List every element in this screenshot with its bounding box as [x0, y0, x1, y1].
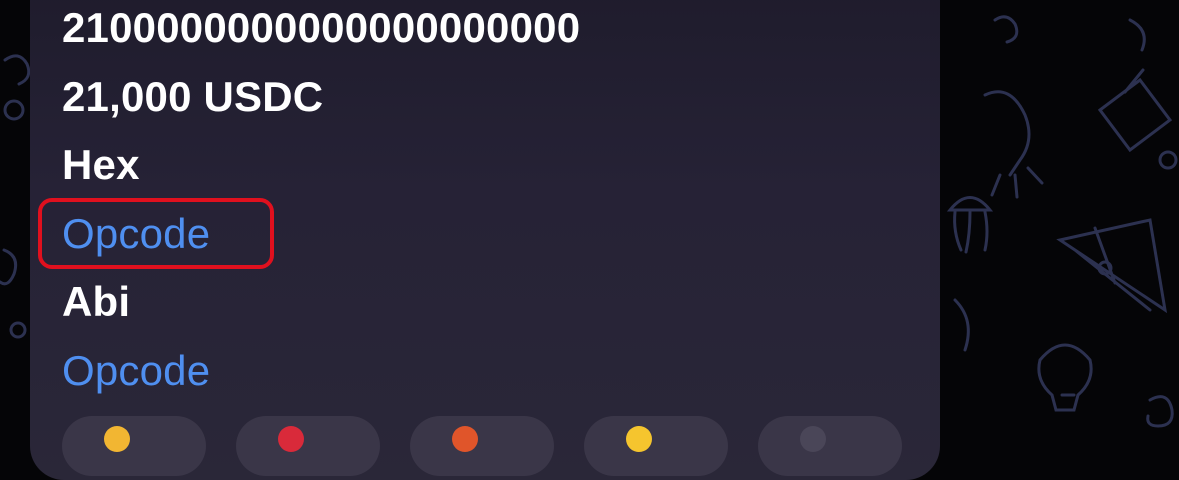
- heart-icon: [278, 426, 304, 452]
- amount-raw-text: 2100000000000000000000: [62, 4, 581, 51]
- thumbs-up-icon: [104, 426, 130, 452]
- reaction-fire-button[interactable]: [410, 416, 554, 476]
- amount-usdc-text: 21,000 USDC: [62, 73, 324, 120]
- reaction-more-button[interactable]: [758, 416, 902, 476]
- abi-label: Abi: [62, 278, 131, 325]
- hex-label: Hex: [62, 141, 140, 188]
- reaction-thumbs-up-button[interactable]: [62, 416, 206, 476]
- reaction-smile-button[interactable]: [584, 416, 728, 476]
- highlight-annotation-box: [38, 198, 274, 269]
- more-reactions-icon: [800, 426, 826, 452]
- smile-icon: [626, 426, 652, 452]
- reaction-heart-button[interactable]: [236, 416, 380, 476]
- fire-icon: [452, 426, 478, 452]
- abi-opcode-link[interactable]: Opcode: [62, 346, 210, 396]
